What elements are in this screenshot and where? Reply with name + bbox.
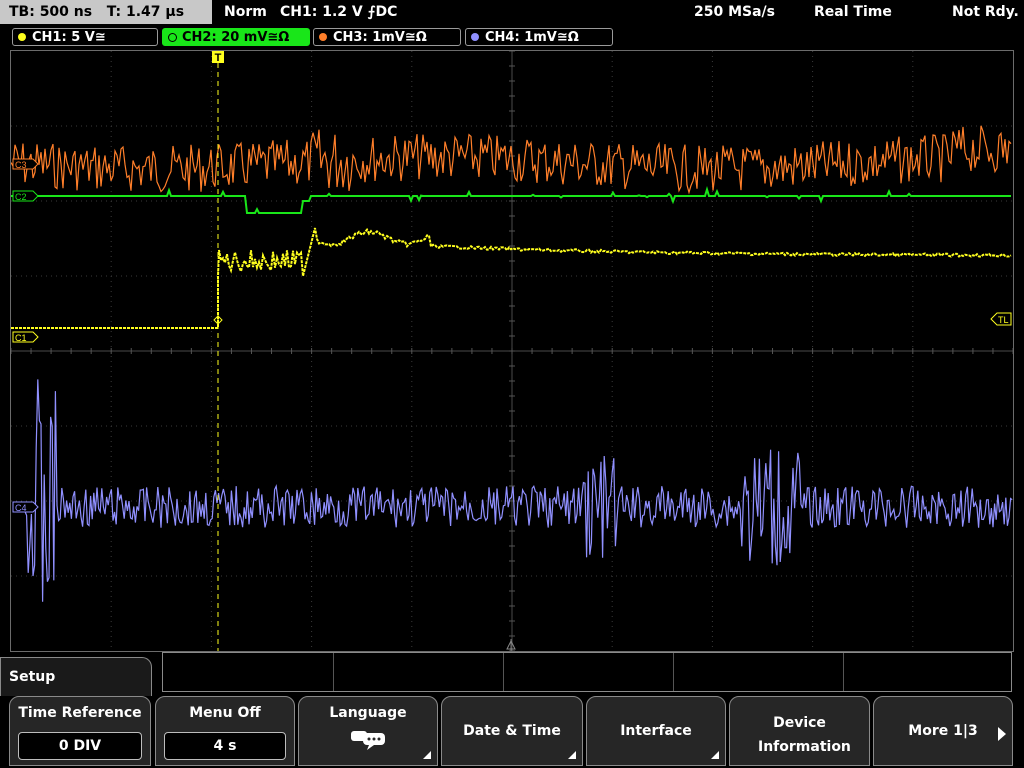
strip-divider [843,653,844,691]
language-button[interactable]: Language [298,696,438,766]
channel-tab-ch2[interactable]: CH2: 20 mV≅Ω [162,28,310,46]
ch3-offset-marker[interactable]: C3 [12,158,39,170]
trigger-info[interactable]: CH1: 1.2 V ⨍DC [280,0,397,24]
timebase-box[interactable]: TB: 500 ns T: 1.47 µs [0,0,212,24]
waveform-svg: T C3 C2 C1 C4 TL [11,51,1013,651]
status-bar: TB: 500 ns T: 1.47 µs Norm CH1: 1.2 V ⨍D… [0,0,1024,26]
softkey-bar: Time Reference 0 DIV Menu Off 4 s Langua… [0,696,1024,768]
ch2-offset-marker[interactable]: C2 [12,190,39,202]
more-label: More 1|3 [908,723,978,739]
channel-tab-ch4[interactable]: CH4: 1mV≅Ω [465,28,613,46]
menu-off-value: 4 s [164,732,286,760]
device-information-button[interactable]: Device Information [729,696,870,766]
svg-text:C4: C4 [15,503,27,513]
time-reference-label: Time Reference [18,705,142,721]
svg-text:TL: TL [998,315,1009,325]
submenu-corner-icon [711,751,719,759]
timebase-value: TB: 500 ns [9,4,93,20]
acquisition-mode: Real Time [814,4,892,20]
trigger-time-value: T: 1.47 µs [106,4,185,20]
acquisition-status: Not Rdy. [952,4,1019,20]
arrow-right-icon [998,727,1006,741]
ch1-waveform [11,227,1012,329]
ch1-label: CH1: 5 V≅ [32,30,106,45]
ch2-color-dot [168,33,177,42]
more-button[interactable]: More 1|3 [873,696,1013,766]
sample-rate: 250 MSa/s [694,4,776,20]
graticule-grid [11,51,1013,651]
ch4-color-dot [471,33,479,41]
channel-bar: CH1: 5 V≅ CH2: 20 mV≅Ω CH3: 1mV≅Ω CH4: 1… [0,26,1024,48]
svg-text:C1: C1 [15,333,27,343]
trigger-mode[interactable]: Norm [224,0,267,24]
time-reference-value: 0 DIV [18,732,142,760]
language-label: Language [329,705,407,721]
date-time-button[interactable]: Date & Time [441,696,583,766]
submenu-corner-icon [568,751,576,759]
svg-text:T: T [215,52,222,64]
strip-divider [333,653,334,691]
zoom-strip [162,652,1012,692]
submenu-corner-icon [423,751,431,759]
menu-off-button[interactable]: Menu Off 4 s [155,696,295,766]
ch4-label: CH4: 1mV≅Ω [485,30,579,45]
channel-tab-ch1[interactable]: CH1: 5 V≅ [12,28,158,46]
menu-off-label: Menu Off [189,705,261,721]
waveform-display[interactable]: T C3 C2 C1 C4 TL [10,50,1014,652]
device-information-label: Device Information [758,715,851,755]
speech-bubble-icon [351,731,385,750]
strip-divider [673,653,674,691]
time-reference-button[interactable]: Time Reference 0 DIV [9,696,151,766]
ch2-label: CH2: 20 mV≅Ω [182,30,290,45]
strip-divider [503,653,504,691]
date-time-label: Date & Time [463,723,561,739]
svg-text:C3: C3 [15,160,27,170]
ch3-waveform [11,125,1012,195]
ch1-offset-marker[interactable]: C1 [12,331,39,343]
interface-label: Interface [620,723,692,739]
ch3-label: CH3: 1mV≅Ω [333,30,427,45]
svg-text:C2: C2 [15,192,27,202]
trigger-level-marker[interactable]: TL [990,312,1012,326]
interface-button[interactable]: Interface [586,696,726,766]
ch1-color-dot [18,33,26,41]
ch4-offset-marker[interactable]: C4 [12,501,39,513]
menu-title-tab: Setup [0,657,152,697]
menu-title: Setup [9,669,56,685]
channel-tab-ch3[interactable]: CH3: 1mV≅Ω [313,28,461,46]
ch3-color-dot [319,33,327,41]
ch4-waveform [24,379,1013,602]
trigger-position-marker[interactable]: T [212,51,224,64]
